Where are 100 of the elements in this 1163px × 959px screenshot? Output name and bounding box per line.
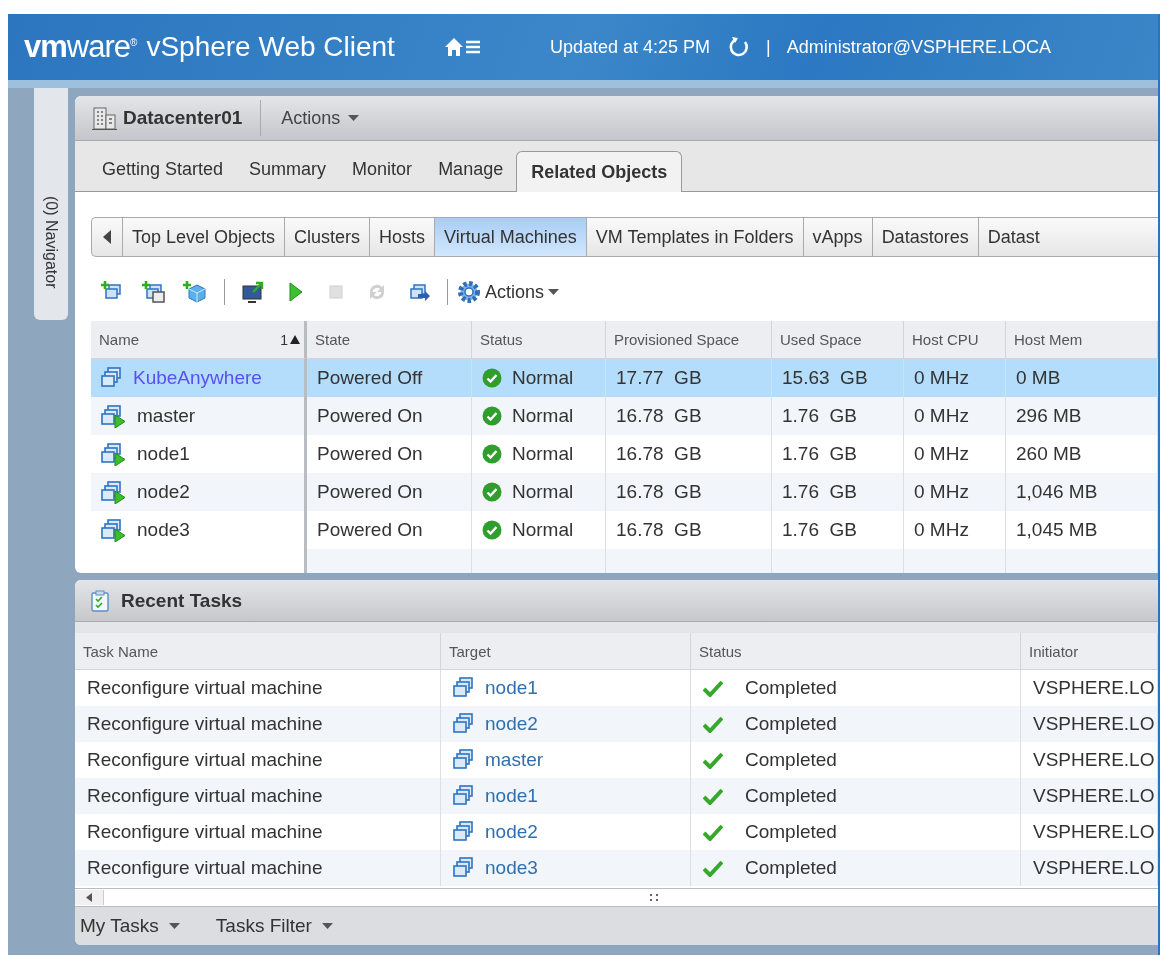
ok-status-icon (482, 482, 502, 502)
vm-name[interactable]: master (137, 405, 196, 427)
actions-menu[interactable]: Actions (485, 281, 545, 303)
subtab[interactable]: Datast (978, 218, 1049, 256)
vm-icon (453, 676, 475, 700)
table-cell: 0 MB (1016, 367, 1061, 389)
subtab[interactable]: vApps (803, 218, 873, 256)
table-cell: 1.76 GB (782, 443, 857, 465)
logo: vmware$^{®}$ (24, 29, 137, 65)
caret-icon (348, 115, 360, 121)
clipboard-icon (91, 589, 109, 612)
vm-icon (453, 856, 475, 880)
checkmark-icon (703, 823, 723, 841)
table-cell: VSPHERE.LO (1033, 857, 1155, 879)
table-cell: 15.63 GB (782, 367, 868, 389)
tab[interactable]: Related Objects (516, 151, 683, 192)
ok-status-icon (482, 444, 502, 464)
tab[interactable]: Monitor (339, 150, 426, 188)
table-cell: 16.78 GB (616, 443, 702, 465)
gear-icon[interactable] (457, 280, 481, 304)
plus-copy-icon[interactable] (142, 280, 166, 304)
tab[interactable]: Manage (425, 150, 517, 188)
table-cell: 296 MB (1016, 405, 1082, 427)
column-header[interactable]: Provisioned Space (606, 321, 772, 359)
checkmark-icon (703, 787, 723, 805)
scroll-left-icon[interactable] (86, 893, 92, 902)
object-title: Datacenter01 (123, 100, 262, 136)
home-icon[interactable] (444, 38, 463, 56)
target-link[interactable]: master (485, 749, 544, 771)
table-cell: Reconfigure virtual machine (87, 821, 323, 843)
vm-row[interactable]: master Powered On Normal 16.78 GB 1.76 GB 0 MHz 296 MB (91, 397, 1158, 435)
target-link[interactable]: node2 (485, 713, 538, 735)
plus-cube-icon[interactable] (183, 280, 207, 304)
vm-row[interactable]: KubeAnywhere Powered Off Normal 17.77 GB 15.63 GB 0 MHz 0 MB (91, 359, 1158, 397)
table-cell: Reconfigure virtual machine (87, 677, 323, 699)
subtab[interactable]: Top Level Objects (123, 218, 286, 256)
navigator-tab[interactable]: (0) Navigator (34, 88, 68, 320)
table-cell: 1.76 GB (782, 405, 857, 427)
caret-icon (168, 923, 180, 929)
vm-name[interactable]: node2 (137, 481, 190, 503)
table-cell: Completed (745, 749, 837, 771)
table-cell: 1,045 MB (1016, 519, 1098, 541)
vm-icon (453, 820, 475, 844)
subtab[interactable]: Datastores (872, 218, 979, 256)
table-cell: Completed (745, 713, 837, 735)
sort-up-icon (290, 335, 300, 344)
horizontal-scrollbar[interactable] (75, 888, 1158, 907)
column-label: Name (99, 331, 139, 348)
table-cell: VSPHERE.LO (1033, 713, 1155, 735)
subtab[interactable]: VM Templates in Folders (586, 218, 804, 256)
table-cell: Powered On (317, 481, 423, 503)
caret-icon (548, 289, 560, 295)
caret-icon (321, 923, 333, 929)
actions-menu[interactable]: Actions (281, 107, 360, 129)
column-header[interactable]: Task Name (75, 633, 441, 670)
product-title: vSphere Web Client (146, 31, 395, 63)
subtab[interactable]: Clusters (285, 218, 371, 256)
table-cell: Powered On (317, 519, 423, 541)
target-link[interactable]: node1 (485, 677, 538, 699)
user-menu[interactable]: Administrator@VSPHERE.LOCA (786, 36, 1052, 58)
monitor-arrow-icon[interactable] (242, 280, 266, 304)
vm-name[interactable]: node3 (137, 519, 190, 541)
column-header[interactable]: Used Space (772, 321, 904, 359)
checkmark-icon (703, 679, 723, 697)
column-header[interactable]: Target (441, 633, 691, 670)
column-header[interactable]: State (307, 321, 472, 359)
subtab[interactable]: Virtual Machines (435, 218, 587, 256)
target-link[interactable]: node3 (485, 857, 538, 879)
vm-name[interactable]: node1 (137, 443, 190, 465)
target-link[interactable]: node1 (485, 785, 538, 807)
tab[interactable]: Getting Started (89, 150, 237, 188)
table-cell: Normal (512, 367, 574, 389)
grip-icon[interactable] (649, 893, 659, 902)
column-header[interactable]: Host Mem (1006, 321, 1158, 359)
column-header[interactable]: Name 1 (91, 321, 307, 359)
column-header[interactable]: Status (472, 321, 606, 359)
scroll-left-icon[interactable] (103, 230, 111, 244)
checkmark-icon (703, 859, 723, 877)
column-header[interactable]: Status (691, 633, 1021, 670)
target-link[interactable]: node2 (485, 821, 538, 843)
vm-icon (453, 784, 475, 808)
menu-icon[interactable] (465, 40, 480, 54)
table-cell: VSPHERE.LO (1033, 821, 1155, 843)
tab[interactable]: Summary (236, 150, 340, 188)
column-header[interactable]: Host CPU (904, 321, 1006, 359)
table-cell: 16.78 GB (616, 481, 702, 503)
filter-menu[interactable]: My Tasks (80, 915, 180, 937)
table-cell: 0 MHz (914, 519, 969, 541)
vm-row[interactable]: node2 Powered On Normal 16.78 GB 1.76 GB 0 MHz 1,046 MB (91, 473, 1158, 511)
table-cell: Normal (512, 405, 574, 427)
table-cell: Powered On (317, 405, 423, 427)
table-cell: 260 MB (1016, 443, 1082, 465)
table-cell: 16.78 GB (616, 405, 702, 427)
table-cell: Reconfigure virtual machine (87, 749, 323, 771)
refresh-icon[interactable] (728, 36, 750, 58)
table-cell: Normal (512, 443, 574, 465)
column-header[interactable]: Initiator (1021, 633, 1158, 670)
sort-order: 1 (280, 331, 288, 348)
filter-menu[interactable]: Tasks Filter (215, 915, 333, 937)
ok-status-icon (482, 520, 502, 540)
